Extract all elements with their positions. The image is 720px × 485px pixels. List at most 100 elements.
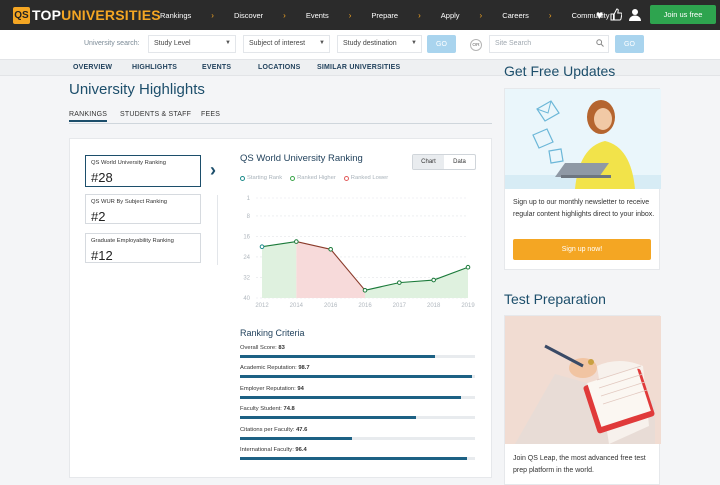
destination-value: Study destination	[343, 40, 397, 47]
site-search-go-button[interactable]: GO	[615, 35, 644, 53]
ranking-line-chart: 1 8 16 24 32 40 2012 2014 2016 2016 2017 2018 2019	[243, 196, 475, 309]
criteria-score: 94	[297, 385, 304, 392]
site-search-input[interactable]: Site Search	[489, 35, 609, 53]
tab-fees[interactable]: FEES	[201, 111, 220, 118]
criteria-label: Academic Reputation: 98.7	[240, 365, 475, 371]
tab-students-staff[interactable]: STUDENTS & STAFF	[120, 111, 191, 118]
subnav-locations[interactable]: LOCATIONS	[258, 64, 301, 71]
data-point	[397, 280, 402, 285]
chevron-right-icon: ›	[418, 10, 421, 20]
data-point	[294, 239, 299, 244]
circle-icon	[343, 175, 349, 181]
newsletter-illustration	[505, 89, 661, 189]
search-go-button[interactable]: GO	[427, 35, 456, 53]
study-level-value: Study Level	[154, 40, 191, 47]
legend-label: Ranked Higher	[297, 175, 336, 181]
y-tick-label: 8	[247, 214, 251, 220]
thumbs-up-icon[interactable]	[610, 8, 623, 24]
rank-box-employability[interactable]: Graduate Employability Ranking #12	[85, 233, 201, 263]
x-tick-label: 2014	[290, 303, 304, 309]
ranking-criteria-title: Ranking Criteria	[240, 328, 305, 338]
criteria-item: Faculty Student: 74.8	[240, 406, 475, 420]
data-point	[328, 246, 333, 252]
x-tick-label: 2018	[427, 303, 441, 309]
criteria-bar-fill	[240, 375, 472, 379]
criteria-name: International Faculty:	[240, 447, 296, 453]
criteria-bar	[240, 457, 475, 460]
chevron-down-icon: ▼	[411, 40, 417, 46]
tab-rankings[interactable]: RANKINGS	[69, 111, 108, 122]
rank-value: #12	[91, 248, 113, 263]
rank-value: #28	[91, 170, 113, 185]
criteria-item: Overall Score: 83	[240, 345, 475, 358]
main-nav: Rankings › Discover › Events › Prepare ›…	[160, 0, 610, 30]
criteria-name: Academic Reputation:	[240, 365, 299, 372]
y-tick-label: 1	[247, 196, 251, 202]
rank-box-subject[interactable]: QS WUR By Subject Ranking #2	[85, 194, 201, 224]
header-icons: ♥	[596, 8, 642, 24]
join-us-free-button[interactable]: Join us free	[650, 5, 716, 24]
legend-label: Ranked Lower	[350, 175, 389, 181]
data-point	[431, 277, 436, 283]
criteria-label: Citations per Faculty: 47.6	[240, 427, 475, 433]
criteria-score: 47.6	[296, 426, 308, 433]
nav-prepare[interactable]: Prepare	[371, 11, 398, 20]
criteria-label: Faculty Student: 74.8	[240, 406, 475, 412]
chevron-right-icon: ›	[283, 10, 286, 20]
test-prep-illustration	[505, 316, 661, 444]
x-tick-label: 2019	[461, 303, 475, 309]
subject-value: Subject of interest	[249, 40, 306, 47]
heart-icon[interactable]: ♥	[596, 8, 603, 24]
nav-discover[interactable]: Discover	[234, 11, 263, 20]
page-title: University Highlights	[69, 81, 205, 98]
y-tick-label: 40	[243, 296, 250, 302]
nav-events[interactable]: Events	[306, 11, 329, 20]
criteria-label: Employer Reputation: 94	[240, 386, 475, 392]
criteria-item: International Faculty: 96.4	[240, 447, 475, 460]
criteria-score: 96.4	[295, 447, 307, 453]
criteria-name: Employer Reputation:	[240, 385, 298, 392]
subject-select[interactable]: Subject of interest ▼	[243, 35, 330, 53]
newsletter-card: Sign up to our monthly newsletter to rec…	[504, 88, 661, 270]
criteria-bar-fill	[240, 457, 467, 460]
logo-text-universities: UNIVERSITIES	[61, 7, 161, 23]
ranked-higher-area	[365, 267, 468, 298]
y-tick-label: 16	[243, 234, 250, 240]
chart-data-toggle: Chart Data	[412, 154, 476, 170]
search-label: University search:	[84, 40, 140, 47]
subnav-highlights[interactable]: HIGHLIGHTS	[132, 64, 177, 71]
data-point	[362, 288, 368, 293]
rank-box-world[interactable]: QS World University Ranking #28	[85, 155, 201, 187]
circle-icon	[240, 175, 245, 181]
y-tick-label: 32	[243, 275, 250, 281]
vertical-divider	[217, 195, 218, 265]
criteria-score: 83	[278, 345, 285, 351]
x-tick-label: 2016	[358, 303, 372, 309]
subnav-overview[interactable]: OVERVIEW	[73, 64, 112, 71]
rank-label: QS WUR By Subject Ranking	[91, 199, 168, 205]
data-point	[465, 264, 471, 270]
qs-logo-mark: QS	[13, 6, 30, 24]
sign-up-now-button[interactable]: Sign up now!	[513, 239, 651, 260]
criteria-score: 74.8	[283, 406, 295, 413]
nav-careers[interactable]: Careers	[502, 11, 529, 20]
criteria-name: Overall Score:	[240, 345, 279, 351]
study-level-select[interactable]: Study Level ▼	[148, 35, 236, 53]
toggle-data-button[interactable]: Data	[444, 155, 475, 169]
ranked-higher-area	[262, 241, 297, 298]
logo-text-top: TOP	[32, 7, 62, 23]
user-icon[interactable]	[629, 8, 642, 24]
rank-value: #2	[91, 209, 106, 224]
subnav-events[interactable]: EVENTS	[202, 64, 231, 71]
nav-rankings[interactable]: Rankings	[160, 11, 191, 20]
nav-apply[interactable]: Apply	[441, 11, 460, 20]
toggle-chart-button[interactable]: Chart	[413, 155, 444, 169]
destination-select[interactable]: Study destination ▼	[337, 35, 422, 53]
criteria-bar	[240, 395, 475, 399]
site-logo[interactable]: QS TOP UNIVERSITIES	[13, 6, 161, 24]
x-tick-label: 2012	[255, 303, 269, 309]
site-search-placeholder: Site Search	[495, 40, 532, 47]
updates-heading: Get Free Updates	[504, 63, 616, 79]
subnav-similar-universities[interactable]: SIMILAR UNIVERSITIES	[317, 64, 400, 71]
legend-ranked-higher: Ranked Higher	[290, 175, 336, 181]
